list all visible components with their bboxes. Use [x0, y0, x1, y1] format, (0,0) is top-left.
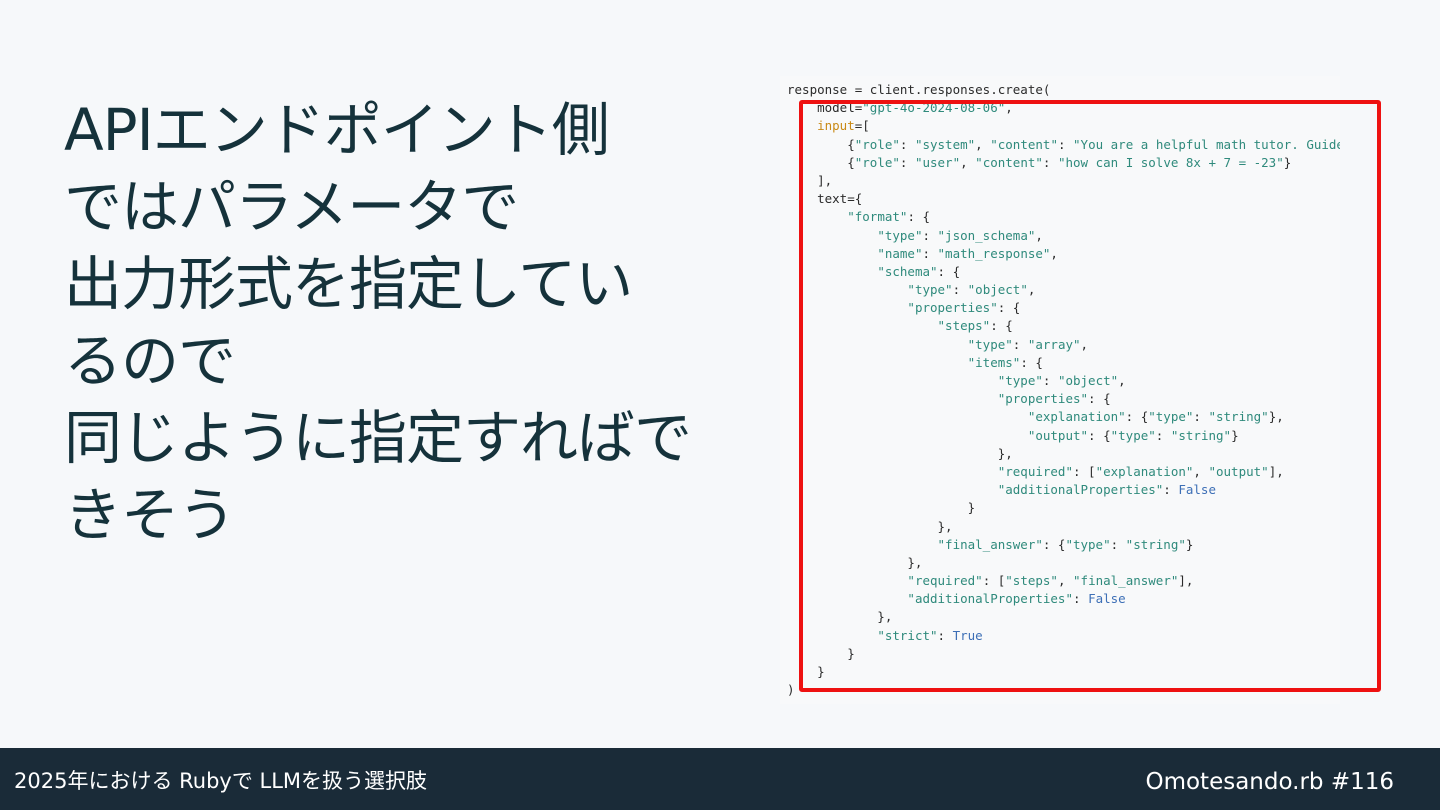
footer-event-name: Omotesando.rb #116 [1145, 769, 1394, 795]
slide-title-line: 出力形式を指定してい [64, 250, 633, 318]
code-line: response = client.responses.create( [787, 81, 1340, 99]
slide-title: APIエンドポイント側 ではパラメータで 出力形式を指定してい るので 同じよう… [64, 92, 744, 554]
highlight-box [799, 100, 1381, 692]
slide-title-line: るので [64, 327, 236, 395]
slide-title-line: 同じように指定すればで [64, 404, 692, 472]
footer-talk-title: 2025年における Rubyで LLMを扱う選択肢 [14, 769, 428, 793]
slide-title-line: APIエンドポイント側 [64, 96, 610, 164]
slide-title-line: ではパラメータで [64, 173, 519, 241]
slide-title-line: きそう [64, 481, 236, 549]
footer-bar: 2025年における Rubyで LLMを扱う選択肢 Omotesando.rb … [0, 748, 1440, 810]
code-token: ) [787, 682, 795, 698]
code-token: response = client.responses.create( [787, 82, 1051, 97]
